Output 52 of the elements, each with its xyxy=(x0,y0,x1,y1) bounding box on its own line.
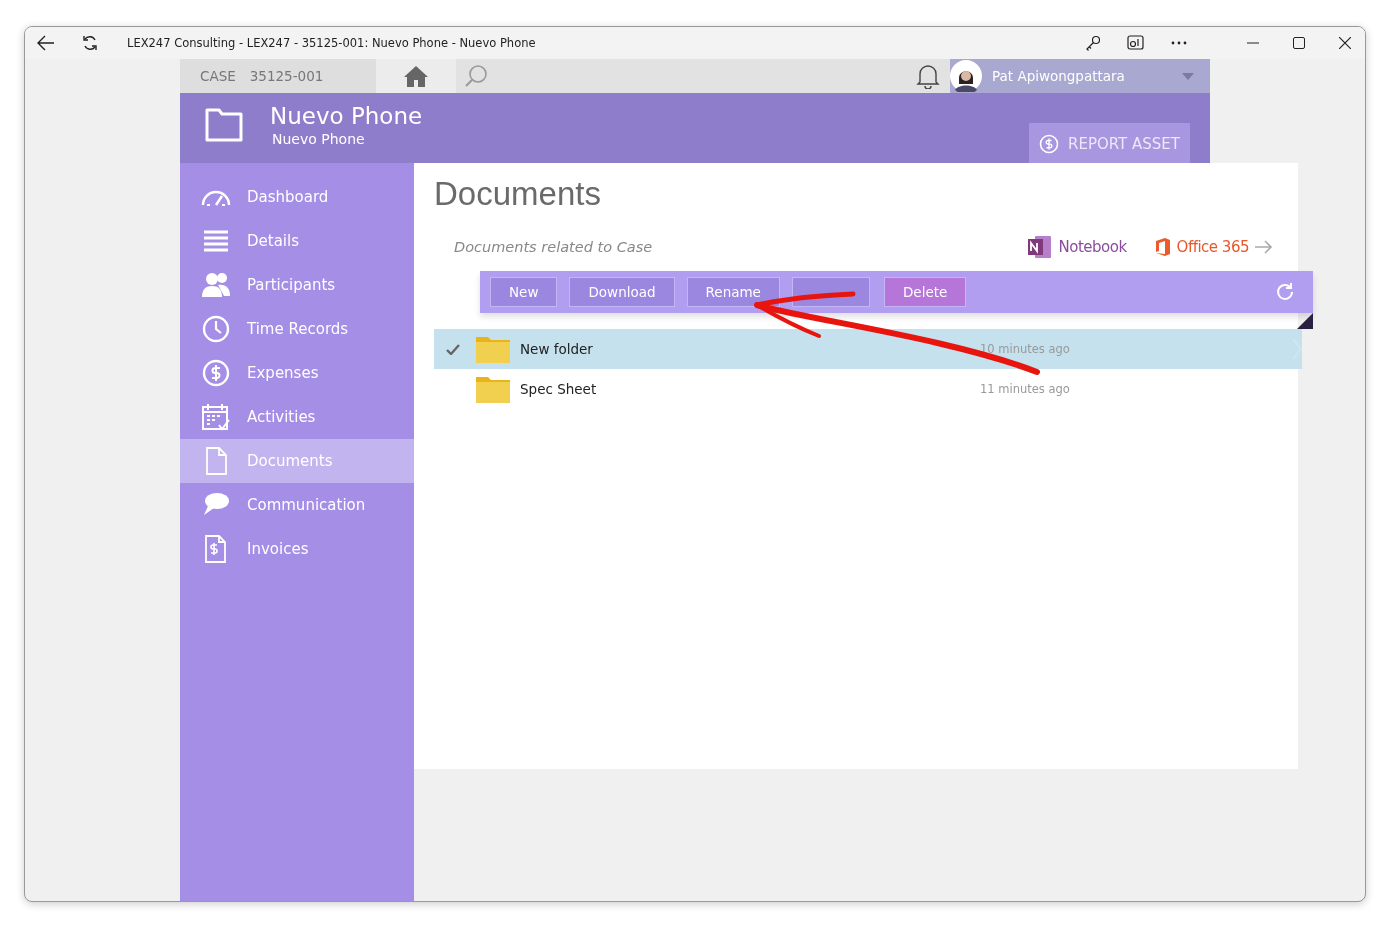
dollar-icon xyxy=(200,357,232,389)
toolbar-button[interactable]: Download xyxy=(569,277,675,307)
more-icon[interactable] xyxy=(1171,41,1187,45)
file-name: Spec Sheet xyxy=(520,381,598,397)
notebook-link[interactable]: Notebook xyxy=(1026,235,1127,259)
file-row[interactable]: Spec Sheet 11 minutes ago xyxy=(434,369,1302,409)
caret-icon xyxy=(1182,72,1194,80)
case-subtitle: Nuevo Phone xyxy=(272,131,366,147)
office-link[interactable]: Office 365 xyxy=(1154,237,1273,257)
folder-icon xyxy=(204,107,244,143)
home-button[interactable] xyxy=(376,59,456,93)
clock-icon xyxy=(200,313,232,345)
folder-icon xyxy=(476,375,510,403)
office-logo xyxy=(1154,237,1171,257)
arrow-icon xyxy=(1255,240,1273,254)
sidebar-item[interactable]: Communication xyxy=(180,483,414,527)
refresh-icon[interactable] xyxy=(81,34,99,52)
back-icon[interactable] xyxy=(37,35,55,51)
cast-icon[interactable] xyxy=(1127,35,1145,51)
bell-icon[interactable] xyxy=(916,63,940,89)
key-icon[interactable] xyxy=(1085,35,1101,51)
page-title: Documents xyxy=(434,175,602,213)
calendar-icon xyxy=(200,401,232,433)
chevron-icon xyxy=(1292,338,1302,360)
sidebar-item[interactable]: Participants xyxy=(180,263,414,307)
sidebar-item[interactable]: Details xyxy=(180,219,414,263)
sidebar-item[interactable]: Documents xyxy=(180,439,414,483)
sidebar-item[interactable]: Time Records xyxy=(180,307,414,351)
toolbar-button[interactable]: New xyxy=(490,277,558,307)
user-menu[interactable]: Pat Apiwongpattara xyxy=(950,59,1210,93)
sidebar-item[interactable]: Invoices xyxy=(180,527,414,571)
delete-button[interactable]: Delete xyxy=(883,277,967,307)
toolbar-button[interactable]: Rename xyxy=(686,277,780,307)
folder-icon xyxy=(476,335,510,363)
sidebar-item[interactable]: Expenses xyxy=(180,351,414,395)
maximize-icon[interactable] xyxy=(1293,37,1305,49)
window-title: LEX247 Consulting - LEX247 - 35125-001: Nuevo Phone - Nuevo Phone xyxy=(127,36,536,50)
close-icon[interactable] xyxy=(1339,37,1351,49)
check-icon xyxy=(446,343,460,355)
corner-fold xyxy=(1297,313,1313,329)
case-label: CASE xyxy=(200,68,236,84)
file-name: New folder xyxy=(520,341,594,357)
report-asset-button[interactable]: REPORT ASSET xyxy=(1029,123,1190,163)
case-number: 35125-001 xyxy=(249,68,324,84)
sidebar-item[interactable]: Activities xyxy=(180,395,414,439)
section-subtitle: Documents related to Case xyxy=(454,239,653,255)
dollar-icon xyxy=(1039,134,1060,154)
onenote-logo xyxy=(1026,235,1053,259)
case-title: Nuevo Phone xyxy=(270,103,423,129)
file-time: 11 minutes ago xyxy=(980,382,1071,396)
sidebar-item[interactable]: Dashboard xyxy=(180,175,414,219)
home-icon xyxy=(403,65,429,87)
